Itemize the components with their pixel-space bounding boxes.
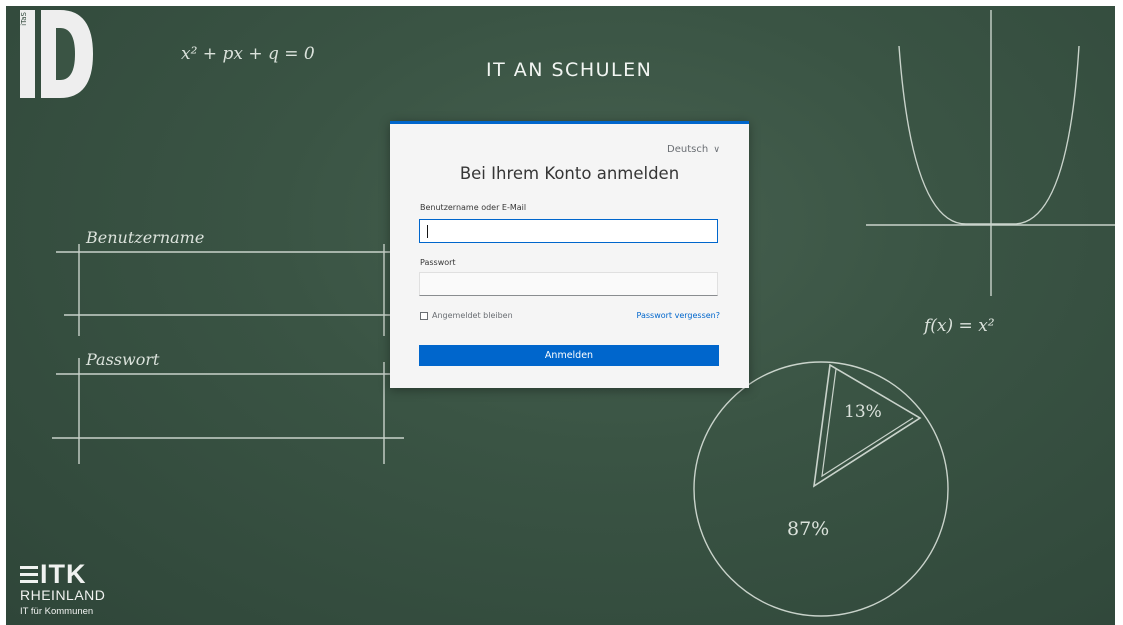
itk-tagline: IT für Kommunen <box>20 606 94 617</box>
itk-name: ITK <box>40 559 87 589</box>
chalk-label-username: Benutzername <box>86 228 205 247</box>
text-caret <box>427 225 428 238</box>
login-card: Deutsch ∨ Bei Ihrem Konto anmelden Benut… <box>390 121 749 388</box>
remember-me-checkbox[interactable]: Angemeldet bleiben <box>420 311 513 320</box>
password-label: Passwort <box>420 258 456 267</box>
itas-prefix: iTaS <box>20 12 28 26</box>
chalk-pie <box>693 361 949 617</box>
site-title: IT AN SCHULEN <box>486 59 653 81</box>
itk-region: RHEINLAND <box>20 587 106 603</box>
login-button[interactable]: Anmelden <box>419 345 719 366</box>
language-selector[interactable]: Deutsch ∨ <box>667 144 720 155</box>
chalk-pie-slice <box>812 363 922 488</box>
chalk-parabola <box>898 45 1080 225</box>
password-input[interactable] <box>419 272 718 296</box>
login-title: Bei Ihrem Konto anmelden <box>459 164 680 183</box>
username-input[interactable] <box>419 219 718 243</box>
chalk-equation-quadratic: x² + px + q = 0 <box>181 44 315 64</box>
chevron-down-icon: ∨ <box>713 145 720 155</box>
username-label: Benutzername oder E-Mail <box>420 203 527 212</box>
remember-me-label: Angemeldet bleiben <box>432 311 513 320</box>
itas-id-logo: iTaS <box>20 10 94 104</box>
chalk-pie-label-large: 87% <box>787 518 830 540</box>
forgot-password-link[interactable]: Passwort vergessen? <box>637 311 721 320</box>
chalk-pie-label-small: 13% <box>844 402 882 422</box>
itk-rheinland-logo: ITK RHEINLAND IT für Kommunen <box>20 561 105 618</box>
itk-stripes-icon <box>20 565 38 583</box>
checkbox-icon[interactable] <box>420 311 428 320</box>
language-label: Deutsch <box>667 144 709 155</box>
chalk-equation-function: f(x) = x² <box>924 316 995 336</box>
chalk-pie-slice-inner <box>821 368 914 478</box>
chalk-label-password: Passwort <box>86 350 160 369</box>
